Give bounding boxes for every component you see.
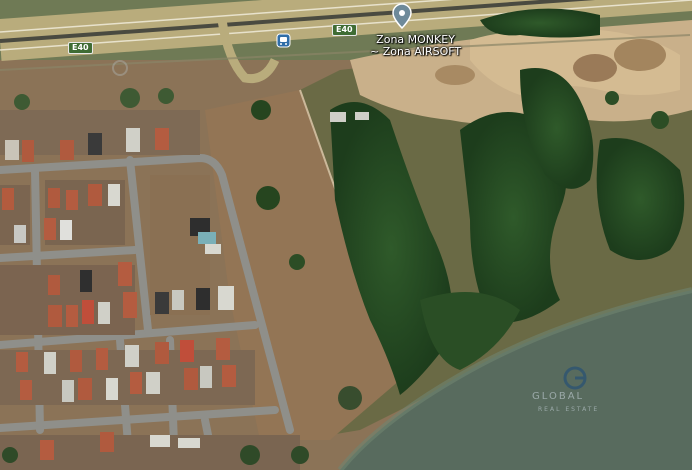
dirt-mound — [435, 65, 475, 85]
watermark-tagline: REAL ESTATE — [538, 406, 600, 413]
small-structure — [330, 112, 346, 122]
place-label[interactable]: Zona MONKEY ~ Zona AIRSOFT — [370, 34, 461, 58]
dirt-mound — [573, 54, 617, 82]
small-structure — [355, 112, 369, 120]
road-shield-e40: E40 — [68, 42, 93, 54]
map-view[interactable]: E40 E40 Zona MONKEY ~ Zona AIRSOFT GLOBA… — [0, 0, 692, 470]
satellite-imagery — [0, 0, 692, 470]
place-name-line2: ~ Zona AIRSOFT — [370, 45, 462, 58]
road-shield-e40: E40 — [332, 24, 357, 36]
bus-stop-icon[interactable] — [276, 33, 291, 48]
dirt-mound — [614, 39, 666, 71]
watermark-brand: GLOBAL — [532, 391, 585, 402]
